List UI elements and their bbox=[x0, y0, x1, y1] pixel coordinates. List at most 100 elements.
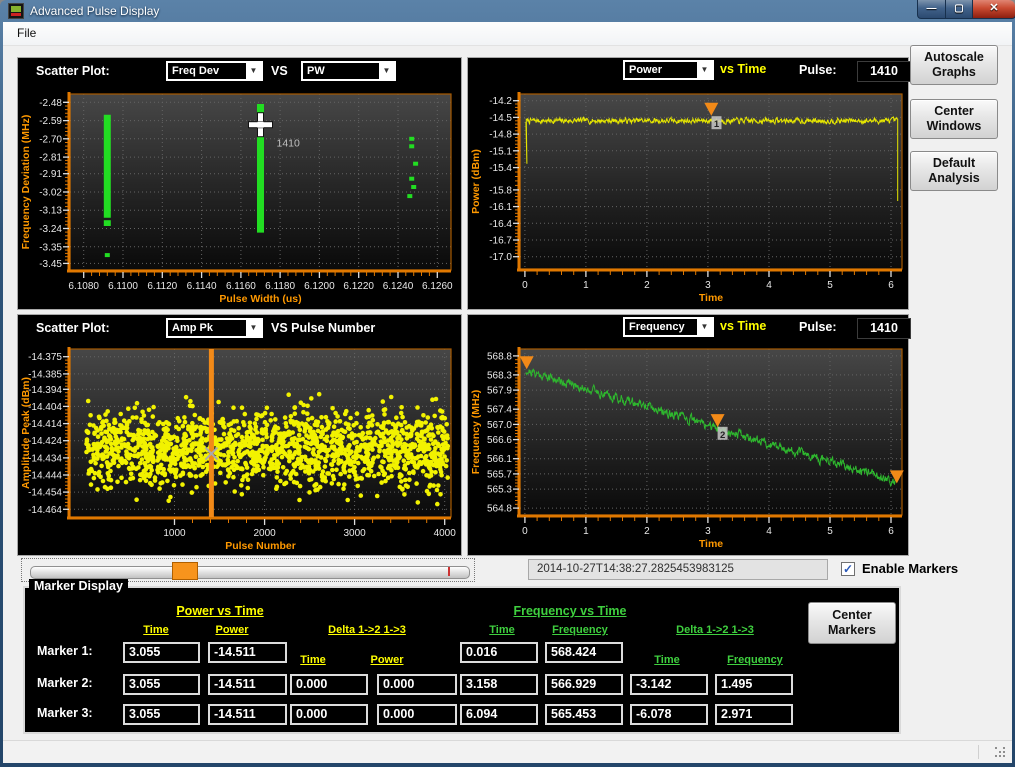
svg-text:-16.7: -16.7 bbox=[489, 236, 512, 247]
marker-row-label: Marker 2: bbox=[37, 676, 93, 690]
svg-text:-14.464: -14.464 bbox=[28, 505, 62, 516]
svg-text:-3.24: -3.24 bbox=[39, 224, 62, 235]
marker-value-box: -14.511 bbox=[208, 704, 287, 725]
marker-display-group: Marker Display Power vs Time Time Power … bbox=[23, 586, 901, 734]
power-delta-time-subheader: Time bbox=[288, 654, 338, 666]
svg-text:568.8: 568.8 bbox=[487, 351, 512, 362]
freq-frequency-col-header: Frequency bbox=[545, 624, 615, 636]
frequency-dropdown[interactable]: Frequency ▼ bbox=[623, 317, 714, 337]
svg-text:-14.375: -14.375 bbox=[28, 352, 62, 363]
slider-track[interactable] bbox=[30, 566, 470, 579]
titlebar[interactable]: Advanced Pulse Display — ▢ ✕ bbox=[0, 0, 1015, 22]
pulse-value-box: 1410 bbox=[857, 318, 911, 339]
power-vs-time-plot[interactable]: -14.2-14.5-14.8-15.1-15.4-15.8-16.1-16.4… bbox=[468, 84, 908, 309]
center-windows-button[interactable]: Center Windows bbox=[910, 99, 998, 139]
minimize-button[interactable]: — bbox=[917, 0, 946, 19]
svg-text:-14.5: -14.5 bbox=[489, 113, 512, 124]
menubar: File bbox=[3, 22, 1012, 46]
power-delta-header: Delta 1->2 1->3 bbox=[307, 624, 427, 636]
svg-text:6.1160: 6.1160 bbox=[226, 281, 256, 292]
svg-text:0: 0 bbox=[522, 526, 528, 537]
statusbar-separator bbox=[978, 745, 979, 759]
svg-text:-15.4: -15.4 bbox=[489, 163, 512, 174]
center-markers-button[interactable]: Center Markers bbox=[808, 602, 896, 644]
svg-text:6.1200: 6.1200 bbox=[304, 281, 335, 292]
svg-text:6.1220: 6.1220 bbox=[343, 281, 374, 292]
marker-value-box: -14.511 bbox=[208, 642, 287, 663]
power-dropdown[interactable]: Power ▼ bbox=[623, 60, 714, 80]
resize-grip-icon[interactable] bbox=[995, 747, 1007, 759]
marker-value-box: 0.016 bbox=[460, 642, 538, 663]
freq-time-col-header: Time bbox=[477, 624, 527, 636]
statusbar bbox=[3, 740, 1012, 763]
vs-label: VS bbox=[271, 64, 288, 78]
chevron-down-icon: ▼ bbox=[246, 63, 261, 79]
svg-text:2: 2 bbox=[644, 280, 650, 291]
svg-text:Power (dBm): Power (dBm) bbox=[470, 149, 482, 214]
svg-text:4000: 4000 bbox=[434, 528, 457, 539]
svg-text:3: 3 bbox=[705, 526, 711, 537]
chevron-down-icon: ▼ bbox=[697, 319, 712, 335]
app-icon bbox=[8, 3, 24, 19]
freq-delta-time-subheader: Time bbox=[642, 654, 692, 666]
dropdown-value: Freq Dev bbox=[168, 63, 246, 79]
frequency-vs-time-plot[interactable]: 568.8568.3567.9567.4567.0566.6566.1565.7… bbox=[468, 341, 908, 555]
svg-text:Pulse Width (us): Pulse Width (us) bbox=[219, 293, 301, 305]
svg-text:-14.2: -14.2 bbox=[489, 96, 512, 107]
svg-text:Frequency Deviation (MHz): Frequency Deviation (MHz) bbox=[20, 115, 32, 250]
svg-text:3: 3 bbox=[705, 280, 711, 291]
autoscale-graphs-button[interactable]: Autoscale Graphs bbox=[910, 45, 998, 85]
dropdown-value: PW bbox=[303, 63, 379, 79]
pw-dropdown[interactable]: PW ▼ bbox=[301, 61, 396, 81]
slider-thumb[interactable] bbox=[172, 562, 198, 580]
svg-text:6.1120: 6.1120 bbox=[147, 281, 177, 292]
svg-text:-14.434: -14.434 bbox=[28, 453, 62, 464]
svg-text:4: 4 bbox=[766, 526, 772, 537]
marker-value-box: 3.055 bbox=[123, 674, 200, 695]
marker-value-box: 568.424 bbox=[545, 642, 623, 663]
svg-text:-14.385: -14.385 bbox=[28, 369, 62, 380]
svg-text:-14.424: -14.424 bbox=[28, 436, 62, 447]
panel-freq-dev-vs-pw: Scatter Plot: Freq Dev ▼ VS PW ▼ -2.48-2… bbox=[17, 57, 462, 310]
svg-text:-3.13: -3.13 bbox=[39, 206, 62, 217]
marker-value-box: 0.000 bbox=[377, 704, 457, 725]
svg-text:-14.414: -14.414 bbox=[28, 419, 62, 430]
freq-dev-dropdown[interactable]: Freq Dev ▼ bbox=[166, 61, 263, 81]
pulse-label: Pulse: bbox=[799, 320, 837, 334]
svg-text:1410: 1410 bbox=[277, 138, 301, 150]
power-vs-time-header: Power vs Time bbox=[170, 604, 270, 618]
svg-text:6.1140: 6.1140 bbox=[187, 281, 217, 292]
svg-text:567.0: 567.0 bbox=[487, 420, 512, 431]
svg-text:5: 5 bbox=[827, 526, 833, 537]
svg-text:5: 5 bbox=[827, 280, 833, 291]
menu-file[interactable]: File bbox=[9, 25, 44, 41]
svg-text:-3.02: -3.02 bbox=[39, 188, 62, 199]
timestamp-box: 2014-10-27T14:38:27.2825453983125 bbox=[528, 559, 828, 580]
enable-markers-checkbox[interactable]: ✓ bbox=[841, 562, 855, 576]
vs-time-label: vs Time bbox=[720, 319, 766, 333]
dropdown-value: Frequency bbox=[625, 319, 697, 335]
default-analysis-button[interactable]: Default Analysis bbox=[910, 151, 998, 191]
svg-text:6: 6 bbox=[888, 280, 894, 291]
svg-text:-2.48: -2.48 bbox=[39, 98, 62, 109]
enable-markers-label: Enable Markers bbox=[862, 561, 958, 576]
marker-value-box: 0.000 bbox=[290, 674, 368, 695]
close-button[interactable]: ✕ bbox=[972, 0, 1015, 19]
power-power-col-header: Power bbox=[207, 624, 257, 636]
panel-header: Scatter Plot: Freq Dev ▼ VS PW ▼ bbox=[18, 58, 461, 86]
svg-text:568.3: 568.3 bbox=[487, 370, 512, 381]
maximize-button[interactable]: ▢ bbox=[945, 0, 973, 19]
dropdown-value: Power bbox=[625, 62, 697, 78]
pulse-value-box: 1410 bbox=[857, 61, 911, 82]
svg-text:566.1: 566.1 bbox=[487, 454, 512, 465]
marker-value-box: -14.511 bbox=[208, 674, 287, 695]
amp-pk-vs-pulse-plot[interactable]: -14.375-14.385-14.394-14.404-14.414-14.4… bbox=[18, 343, 461, 555]
slider-red-tick bbox=[448, 567, 450, 576]
marker-value-box: 0.000 bbox=[377, 674, 457, 695]
svg-text:Pulse Number: Pulse Number bbox=[225, 540, 296, 552]
amp-pk-dropdown[interactable]: Amp Pk ▼ bbox=[166, 318, 263, 338]
freq-dev-vs-pw-plot[interactable]: -2.48-2.59-2.70-2.81-2.91-3.02-3.13-3.24… bbox=[18, 86, 461, 309]
svg-text:-14.394: -14.394 bbox=[28, 385, 62, 396]
marker-value-box: 566.929 bbox=[545, 674, 623, 695]
marker-value-box: 3.055 bbox=[123, 642, 200, 663]
